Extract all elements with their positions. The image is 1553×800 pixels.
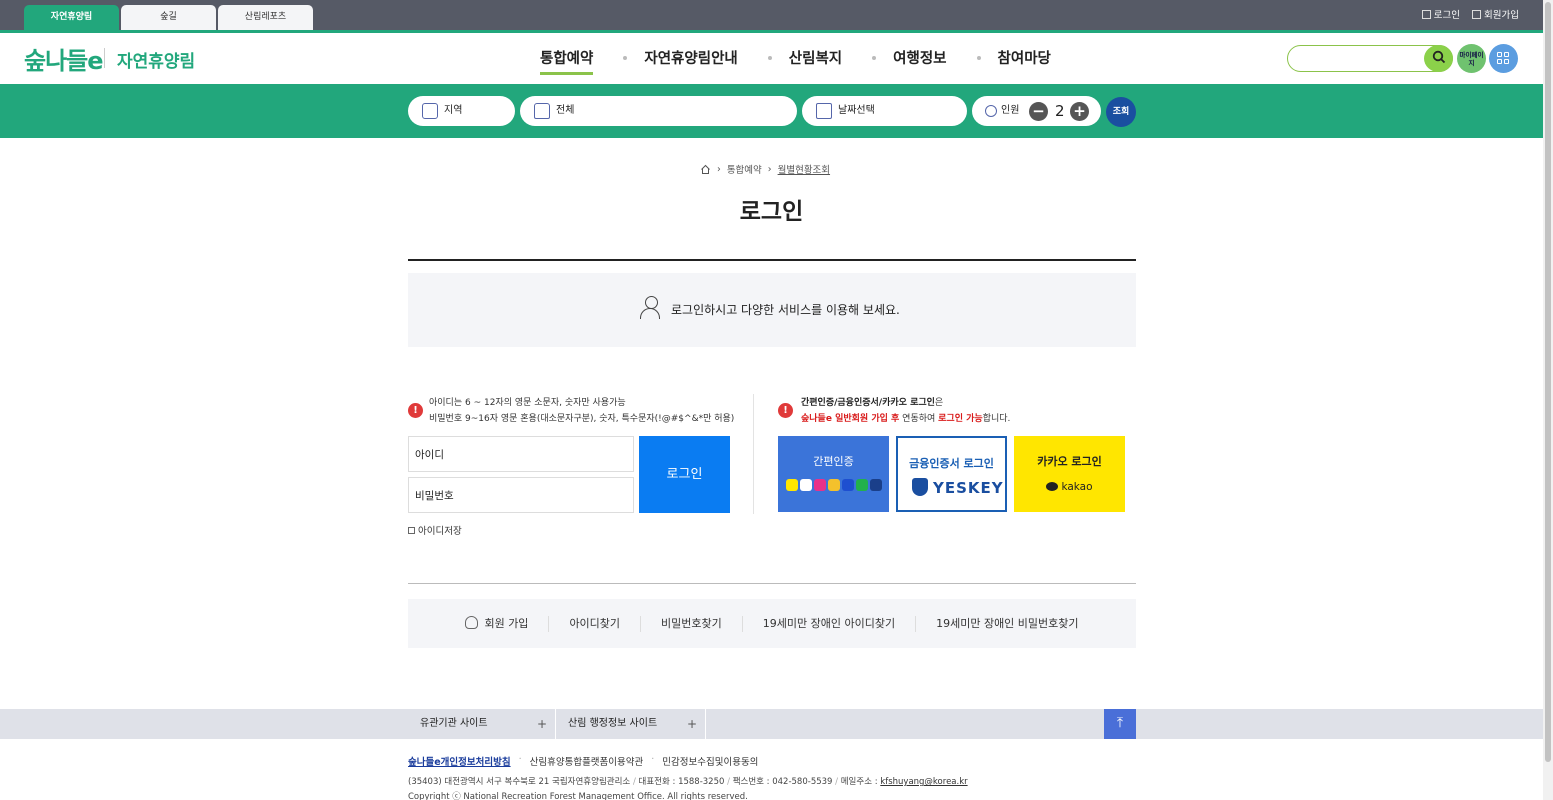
copyright: Copyright ⓒ National Recreation Forest M… [408,792,748,800]
header: 숲나들e 자연휴양림 통합예약 자연휴양림안내 산림복지 여행정보 참여마당 마… [0,33,1543,84]
nav-integrated-reservation[interactable]: 통합예약 [540,47,594,75]
scroll-top-button[interactable]: ⤒ [1104,709,1136,739]
site-name[interactable]: 자연휴양림 [117,47,195,72]
password-field[interactable]: 비밀번호 [408,477,634,513]
kakao-logo: kakao [1014,481,1125,493]
chevron-right-icon: › [717,163,721,175]
nav-travel-info[interactable]: 여행정보 [893,47,946,68]
footer-address: (35403) 대전광역시 서구 복수북로 21 국립자연휴양림관리소 / 대표… [408,777,968,787]
related-sites-select[interactable]: 유관기관 사이트 + [408,709,556,739]
breadcrumb-current[interactable]: 월별현황조회 [778,162,830,176]
home-icon[interactable] [700,164,711,175]
tab-recreation-forest[interactable]: 자연휴양림 [24,5,119,30]
person-icon [465,615,479,629]
facility-select[interactable]: 전체 [520,96,797,126]
find-id-link[interactable]: 아이디찾기 [548,615,640,632]
plus-icon: + [686,717,697,731]
id-field[interactable]: 아이디 [408,436,634,472]
page-title: 로그인 [739,199,804,225]
all-menu-button[interactable] [1489,44,1518,73]
login-icon [1421,10,1431,19]
map-icon [422,103,438,119]
join-icon [1472,10,1482,19]
shield-icon [912,478,928,496]
nav-participation[interactable]: 참여마당 [998,47,1051,68]
join-member-link[interactable]: 회원 가입 [445,615,548,632]
login-button[interactable]: 로그인 [639,436,730,513]
search-input[interactable] [1287,45,1453,72]
footer-email[interactable]: kfshuyang@korea.kr [880,777,967,787]
main-nav: 통합예약 자연휴양림안내 산림복지 여행정보 참여마당 [540,47,1051,75]
easy-login-info: 간편인증/금융인증서/카카오 로그인은 숲나들e 일반회원 가입 후 연동하여 … [801,398,1011,424]
breadcrumb-item[interactable]: 통합예약 [727,162,762,176]
site-tab-bar: 자연휴양림 숲길 산림레포츠 로그인 회원가입 [0,0,1543,33]
house-icon [534,103,550,119]
tab-forest-leisure[interactable]: 산림레포츠 [218,5,313,30]
people-stepper: 인원 − 2 + [972,96,1101,126]
tab-forest-trail[interactable]: 숲길 [121,5,216,30]
plus-icon: + [536,717,547,731]
date-select[interactable]: 날짜선택 [802,96,967,126]
save-id-checkbox[interactable]: 아이디저장 [408,523,462,537]
yeskey-logo: YESKEY [912,478,1004,497]
search-icon [1432,50,1445,64]
footer-policy-links: 숲나들e개인정보처리방침 · 산림휴양통합플랫폼이용약관 · 민감정보수집및이용… [408,754,759,768]
alert-icon: ! [778,403,793,418]
people-count: 2 [1055,102,1065,120]
find-id-minor-disabled-link[interactable]: 19세미만 장애인 아이디찾기 [741,615,915,632]
nav-separator [767,55,772,60]
sensitive-info-link[interactable]: 민감정보수집및이용동의 [662,754,758,768]
account-help-links: 회원 가입 아이디찾기 비밀번호찾기 19세미만 장애인 아이디찾기 19세미만… [408,599,1136,648]
notice-text: 로그인하시고 다양한 서비스를 이용해 보세요. [671,303,900,317]
simple-auth-button[interactable]: 간편인증 [778,436,889,512]
login-link[interactable]: 로그인 [1421,7,1460,21]
nav-separator [872,55,877,60]
decrease-people-button[interactable]: − [1029,102,1048,121]
site-logo[interactable]: 숲나들e [24,41,104,76]
search-button[interactable] [1424,45,1453,72]
login-notice: 로그인하시고 다양한 서비스를 이용해 보세요. [408,273,1136,347]
alert-icon: ! [408,403,423,418]
user-icon [985,105,997,117]
privacy-policy-link[interactable]: 숲나들e개인정보처리방침 [408,754,511,768]
title-divider [408,259,1136,261]
kakao-login-button[interactable]: 카카오 로그인 kakao [1014,436,1125,512]
find-password-link[interactable]: 비밀번호찾기 [640,615,742,632]
breadcrumb: › 통합예약 › 월별현황조회 [700,162,830,176]
login-rules: 아이디는 6 ~ 12자의 영문 소문자, 숫자만 사용가능 비밀번호 9~16… [429,398,735,424]
find-password-minor-disabled-link[interactable]: 19세미만 장애인 비밀번호찾기 [915,615,1098,632]
scrollbar-thumb[interactable] [1545,2,1551,762]
column-divider [753,394,754,514]
calendar-icon [816,103,832,119]
speech-bubble-icon [1046,482,1059,491]
user-login-icon [640,296,664,322]
checkbox-icon [408,527,415,534]
mypage-button[interactable]: 마이페이지 [1457,44,1486,73]
region-select[interactable]: 지역 [408,96,515,126]
logo-divider [104,48,105,68]
increase-people-button[interactable]: + [1070,102,1089,121]
nav-forest-welfare[interactable]: 산림복지 [789,47,842,68]
nav-forest-guide[interactable]: 자연휴양림안내 [644,47,737,68]
terms-link[interactable]: 산림휴양통합플랫폼이용약관 [530,754,644,768]
account-links: 로그인 회원가입 [1421,7,1519,21]
reservation-search-bar: 지역 전체 날짜선택 인원 − 2 + [0,84,1543,138]
section-divider [408,583,1136,584]
search-submit-button[interactable]: 조회 [1106,97,1136,127]
join-link[interactable]: 회원가입 [1472,7,1519,21]
arrow-up-icon: ⤒ [1116,715,1124,731]
footer-site-bar: 유관기관 사이트 + 산림 행정정보 사이트 + [0,709,1543,739]
admin-sites-select[interactable]: 산림 행정정보 사이트 + [556,709,706,739]
financial-cert-login-button[interactable]: 금융인증서 로그인 YESKEY [896,436,1007,512]
nav-separator [623,55,628,60]
nav-separator [976,55,981,60]
chevron-right-icon: › [767,163,772,175]
